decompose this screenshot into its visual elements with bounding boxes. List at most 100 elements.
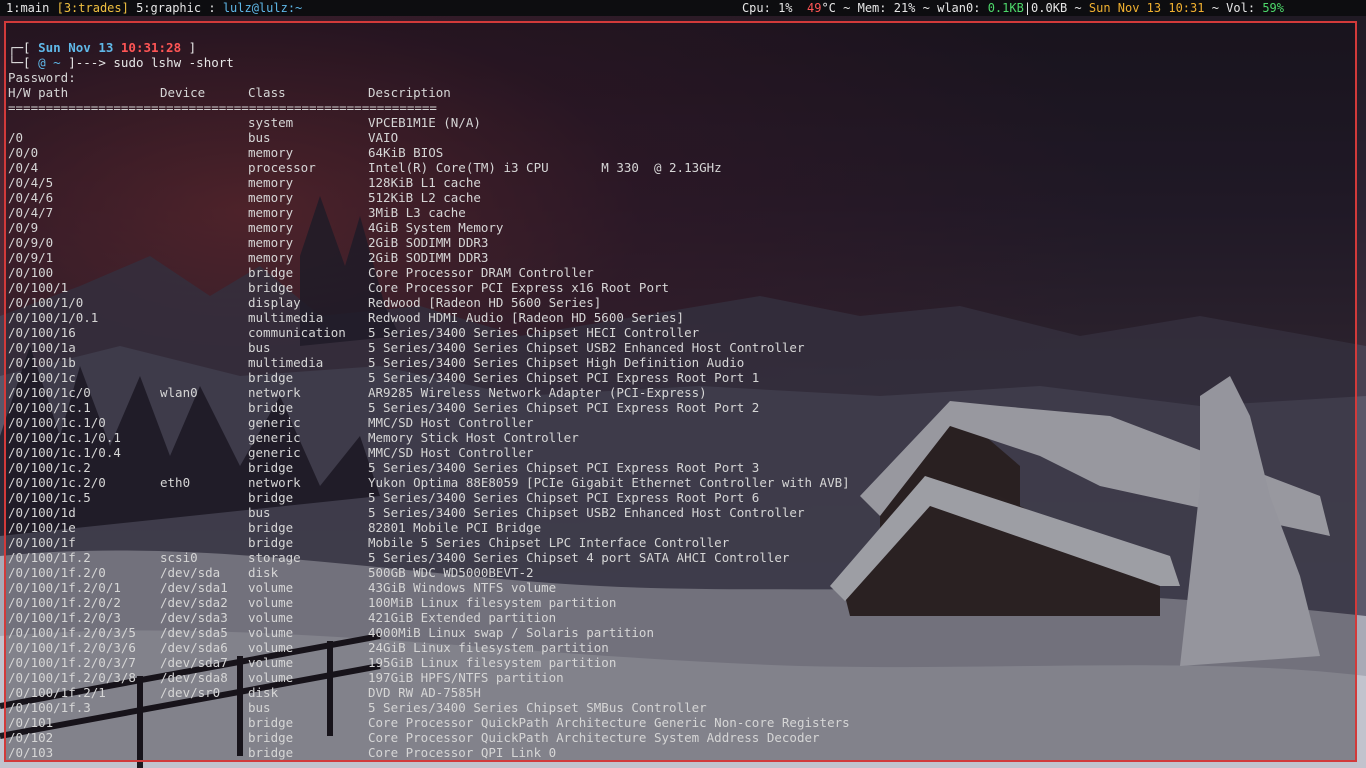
hw-path-cell: /0/9/0	[8, 235, 54, 250]
class-cell: bridge	[248, 730, 294, 745]
hw-path-cell: /0/100/16	[8, 325, 76, 340]
hw-path-cell: /0/100/1c.1	[8, 400, 91, 415]
class-cell: bridge	[248, 715, 294, 730]
device-cell: /dev/sr0	[160, 685, 221, 700]
prompt-date: Sun Nov 13	[38, 40, 114, 55]
hw-path-cell: /0/100/1c.2/0	[8, 475, 106, 490]
description-cell: 3MiB L3 cache	[368, 205, 466, 220]
table-row: /0/100/1f.2/0/1/dev/sda1 volume 43GiB Wind…	[8, 580, 1308, 595]
description-cell: 82801 Mobile PCI Bridge	[368, 520, 542, 535]
hw-path-cell: /0/100/1c	[8, 370, 76, 385]
table-row: /0/4 processor Intel(R) Core(TM) i3 CPU M …	[8, 160, 1308, 175]
hw-path-cell: /0/100/1	[8, 280, 69, 295]
device-cell: wlan0	[160, 385, 198, 400]
terminal-window[interactable]: ┌─[ Sun Nov 13 10:31:28 ] └─[ @ ~ ]---> …	[4, 21, 1357, 762]
class-cell: memory	[248, 145, 294, 160]
clock: Sun Nov 13 10:31	[1088, 1, 1205, 15]
hw-path-cell: /0/100/1c.1/0.1	[8, 430, 121, 445]
hw-path-cell: /0/4/7	[8, 205, 54, 220]
class-cell: volume	[248, 595, 294, 610]
window-title: lulz@lulz:~	[222, 1, 303, 15]
table-row: /0/100/1f bridge Mobile 5 Series Chipset L…	[8, 535, 1308, 550]
hw-path-cell: /0	[8, 130, 24, 145]
table-row: /0/4/5 memory 128KiB L1 cache	[8, 175, 1308, 190]
description-cell: Core Processor DRAM Controller	[368, 265, 594, 280]
table-row: /0/4/7 memory 3MiB L3 cache	[8, 205, 1308, 220]
class-cell: generic	[248, 445, 301, 460]
separator: ~	[843, 1, 851, 15]
net-iface: wlan0:	[937, 1, 981, 15]
header-hw-path: H/W path	[8, 85, 69, 100]
class-cell: processor	[248, 160, 316, 175]
header-rule: ========================================…	[8, 100, 437, 115]
description-cell: 500GB WDC WD5000BEVT-2	[368, 565, 534, 580]
volume-value[interactable]: 59%	[1262, 1, 1284, 15]
hw-path-cell: /0/100/1/0	[8, 295, 84, 310]
tag-separator: :	[208, 1, 216, 15]
table-row: /0/100/1f.3 bus 5 Series/3400 Series Chips…	[8, 700, 1308, 715]
tag-graphic[interactable]: 5:graphic	[136, 1, 201, 15]
class-cell: system	[248, 115, 294, 130]
cpu-usage: Cpu: 1%	[741, 1, 793, 15]
table-row: /0/100/1/0.1 multimedia Redwood HDMI Audio…	[8, 310, 1308, 325]
table-row: /0/100/1f.2/0/3/6/dev/sda6 volume 24GiB Li…	[8, 640, 1308, 655]
description-cell: VPCEB1M1E (N/A)	[368, 115, 481, 130]
description-cell: 195GiB Linux filesystem partition	[368, 655, 617, 670]
prompt-corner: └─[	[8, 55, 31, 70]
hw-path-cell: /0/4	[8, 160, 39, 175]
table-row: /0/100/1c/0 wlan0 network AR9285 Wireless N…	[8, 385, 1308, 400]
description-cell: DVD RW AD-7585H	[368, 685, 481, 700]
prompt-line-1: ┌─[ Sun Nov 13 10:31:28 ]	[8, 40, 196, 55]
hw-path-cell: /0/100/1c/0	[8, 385, 91, 400]
table-row: /0/9 memory 4GiB System Memory	[8, 220, 1308, 235]
class-cell: bus	[248, 340, 271, 355]
class-cell: network	[248, 475, 301, 490]
hw-path-cell: /0/0	[8, 145, 39, 160]
separator: ~	[1074, 1, 1082, 15]
tag-trades[interactable]: [3:trades]	[57, 1, 129, 15]
device-cell: /dev/sda3	[160, 610, 228, 625]
class-cell: disk	[248, 565, 279, 580]
hw-path-cell: /0/100/1f.2/0/3	[8, 610, 121, 625]
class-cell: bus	[248, 505, 271, 520]
table-row: /0/100/1d bus 5 Series/3400 Series Chipset…	[8, 505, 1308, 520]
description-cell: Memory Stick Host Controller	[368, 430, 579, 445]
table-row: /0/9/1 memory 2GiB SODIMM DDR3	[8, 250, 1308, 265]
class-cell: bridge	[248, 265, 294, 280]
table-row: /0/100/1c.2/0 eth0 network Yukon Optima 88E…	[8, 475, 1308, 490]
description-cell: Core Processor PCI Express x16 Root Port	[368, 280, 670, 295]
table-row: /0/100/1e bridge 82801 Mobile PCI Bridge	[8, 520, 1308, 535]
class-cell: bridge	[248, 370, 294, 385]
table-row: /0/100/1f.2 scsi0 storage 5 Series/3400 Ser…	[8, 550, 1308, 565]
description-cell: Core Processor QuickPath Architecture Sy…	[368, 730, 820, 745]
mem-usage: Mem: 21%	[857, 1, 916, 15]
device-cell: /dev/sda2	[160, 595, 228, 610]
prompt-bracket-close: ]	[188, 40, 197, 55]
prompt-line-2: └─[ @ ~ ]---> sudo lshw -short	[8, 55, 234, 70]
class-cell: multimedia	[248, 310, 324, 325]
device-cell: scsi0	[160, 550, 198, 565]
table-row: /0/102 bridge Core Processor QuickPath Arc…	[8, 730, 1308, 745]
hw-path-cell: /0/100/1c.1/0	[8, 415, 106, 430]
tag-main[interactable]: 1:main	[6, 1, 49, 15]
hw-path-cell: /0/100	[8, 265, 54, 280]
hw-path-cell: /0/9/1	[8, 250, 54, 265]
table-row: /0/101 bridge Core Processor QuickPath Arc…	[8, 715, 1308, 730]
cpu-temp: 49	[806, 1, 822, 15]
description-cell: MMC/SD Host Controller	[368, 415, 534, 430]
hw-path-cell: /0/100/1f.3	[8, 700, 91, 715]
description-cell: 5 Series/3400 Series Chipset PCI Express…	[368, 490, 760, 505]
table-row: /0/100 bridge Core Processor DRAM Controll…	[8, 265, 1308, 280]
device-cell: /dev/sda6	[160, 640, 228, 655]
class-cell: bridge	[248, 490, 294, 505]
table-row: /0/103 bridge Core Processor QPI Link 0	[8, 745, 1308, 760]
table-row: /0 bus VAIO	[8, 130, 1308, 145]
description-cell: 5 Series/3400 Series Chipset PCI Express…	[368, 460, 760, 475]
description-cell: 4GiB System Memory	[368, 220, 504, 235]
description-cell: Core Processor QuickPath Architecture Ge…	[368, 715, 850, 730]
table-row: /0/100/1c.1/0.4 generic MMC/SD Host Contro…	[8, 445, 1308, 460]
hw-path-cell: /0/100/1f.2/0	[8, 565, 106, 580]
device-cell: /dev/sda7	[160, 655, 228, 670]
class-cell: storage	[248, 550, 301, 565]
status-bar: 1:main [3:trades] 5:graphic : lulz@lulz:…	[0, 0, 1366, 16]
